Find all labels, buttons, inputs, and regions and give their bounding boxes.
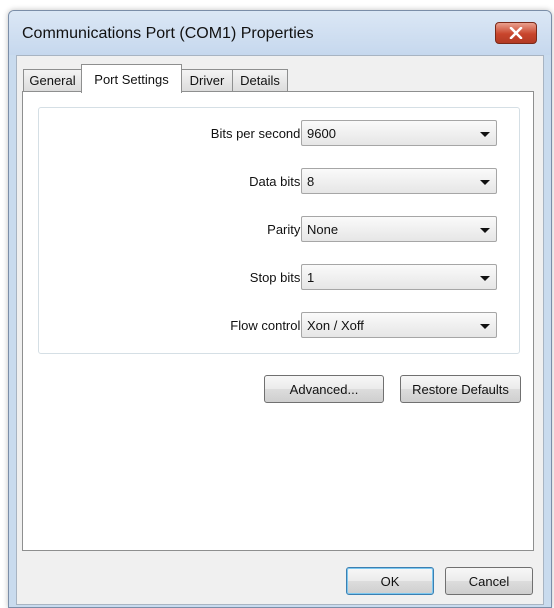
tab-label: Port Settings (94, 71, 169, 87)
flow-control-value: Xon / Xoff (307, 318, 364, 333)
settings-group: Bits per second: 9600 Data bits: 8 Parit… (38, 107, 520, 354)
restore-defaults-button[interactable]: Restore Defaults (400, 375, 521, 403)
advanced-button[interactable]: Advanced... (264, 375, 384, 403)
dropdown-arrow-icon (480, 276, 490, 281)
tab-label: Driver (189, 73, 225, 88)
stop-bits-value: 1 (307, 270, 315, 285)
bits-per-second-select[interactable]: 9600 (301, 120, 497, 146)
flow-control-label: Flow control: (230, 318, 304, 333)
bits-per-second-label: Bits per second: (210, 126, 304, 141)
tab-driver[interactable]: Driver (181, 69, 233, 91)
parity-label: Parity: (267, 222, 304, 237)
tab-label: General (29, 73, 76, 88)
port-settings-panel: Bits per second: 9600 Data bits: 8 Parit… (22, 91, 534, 551)
tab-port-settings[interactable]: Port Settings (81, 64, 182, 93)
dropdown-arrow-icon (480, 180, 490, 185)
window-title: Communications Port (COM1) Properties (22, 25, 314, 42)
tab-general[interactable]: General (23, 69, 82, 91)
dialog-client-area: General Port Settings Driver Details Bit… (16, 55, 544, 605)
parity-value: None (307, 222, 339, 237)
flow-control-select[interactable]: Xon / Xoff (301, 312, 497, 338)
stop-bits-select[interactable]: 1 (301, 264, 497, 290)
ok-button[interactable]: OK (346, 567, 434, 595)
title-bar[interactable]: Communications Port (COM1) Properties (9, 11, 551, 55)
tab-label: Details (240, 73, 280, 88)
bits-per-second-value: 9600 (307, 126, 336, 141)
data-bits-value: 8 (307, 174, 315, 189)
dropdown-arrow-icon (480, 324, 490, 329)
tab-details[interactable]: Details (232, 69, 288, 91)
data-bits-select[interactable]: 8 (301, 168, 497, 194)
cancel-button[interactable]: Cancel (445, 567, 533, 595)
stop-bits-label: Stop bits: (249, 270, 304, 285)
parity-select[interactable]: None (301, 216, 497, 242)
close-icon (509, 27, 523, 39)
properties-dialog: Communications Port (COM1) Properties Ge… (8, 10, 552, 608)
dropdown-arrow-icon (480, 132, 490, 137)
data-bits-label: Data bits: (249, 174, 304, 189)
close-button[interactable] (495, 22, 537, 44)
dropdown-arrow-icon (480, 228, 490, 233)
